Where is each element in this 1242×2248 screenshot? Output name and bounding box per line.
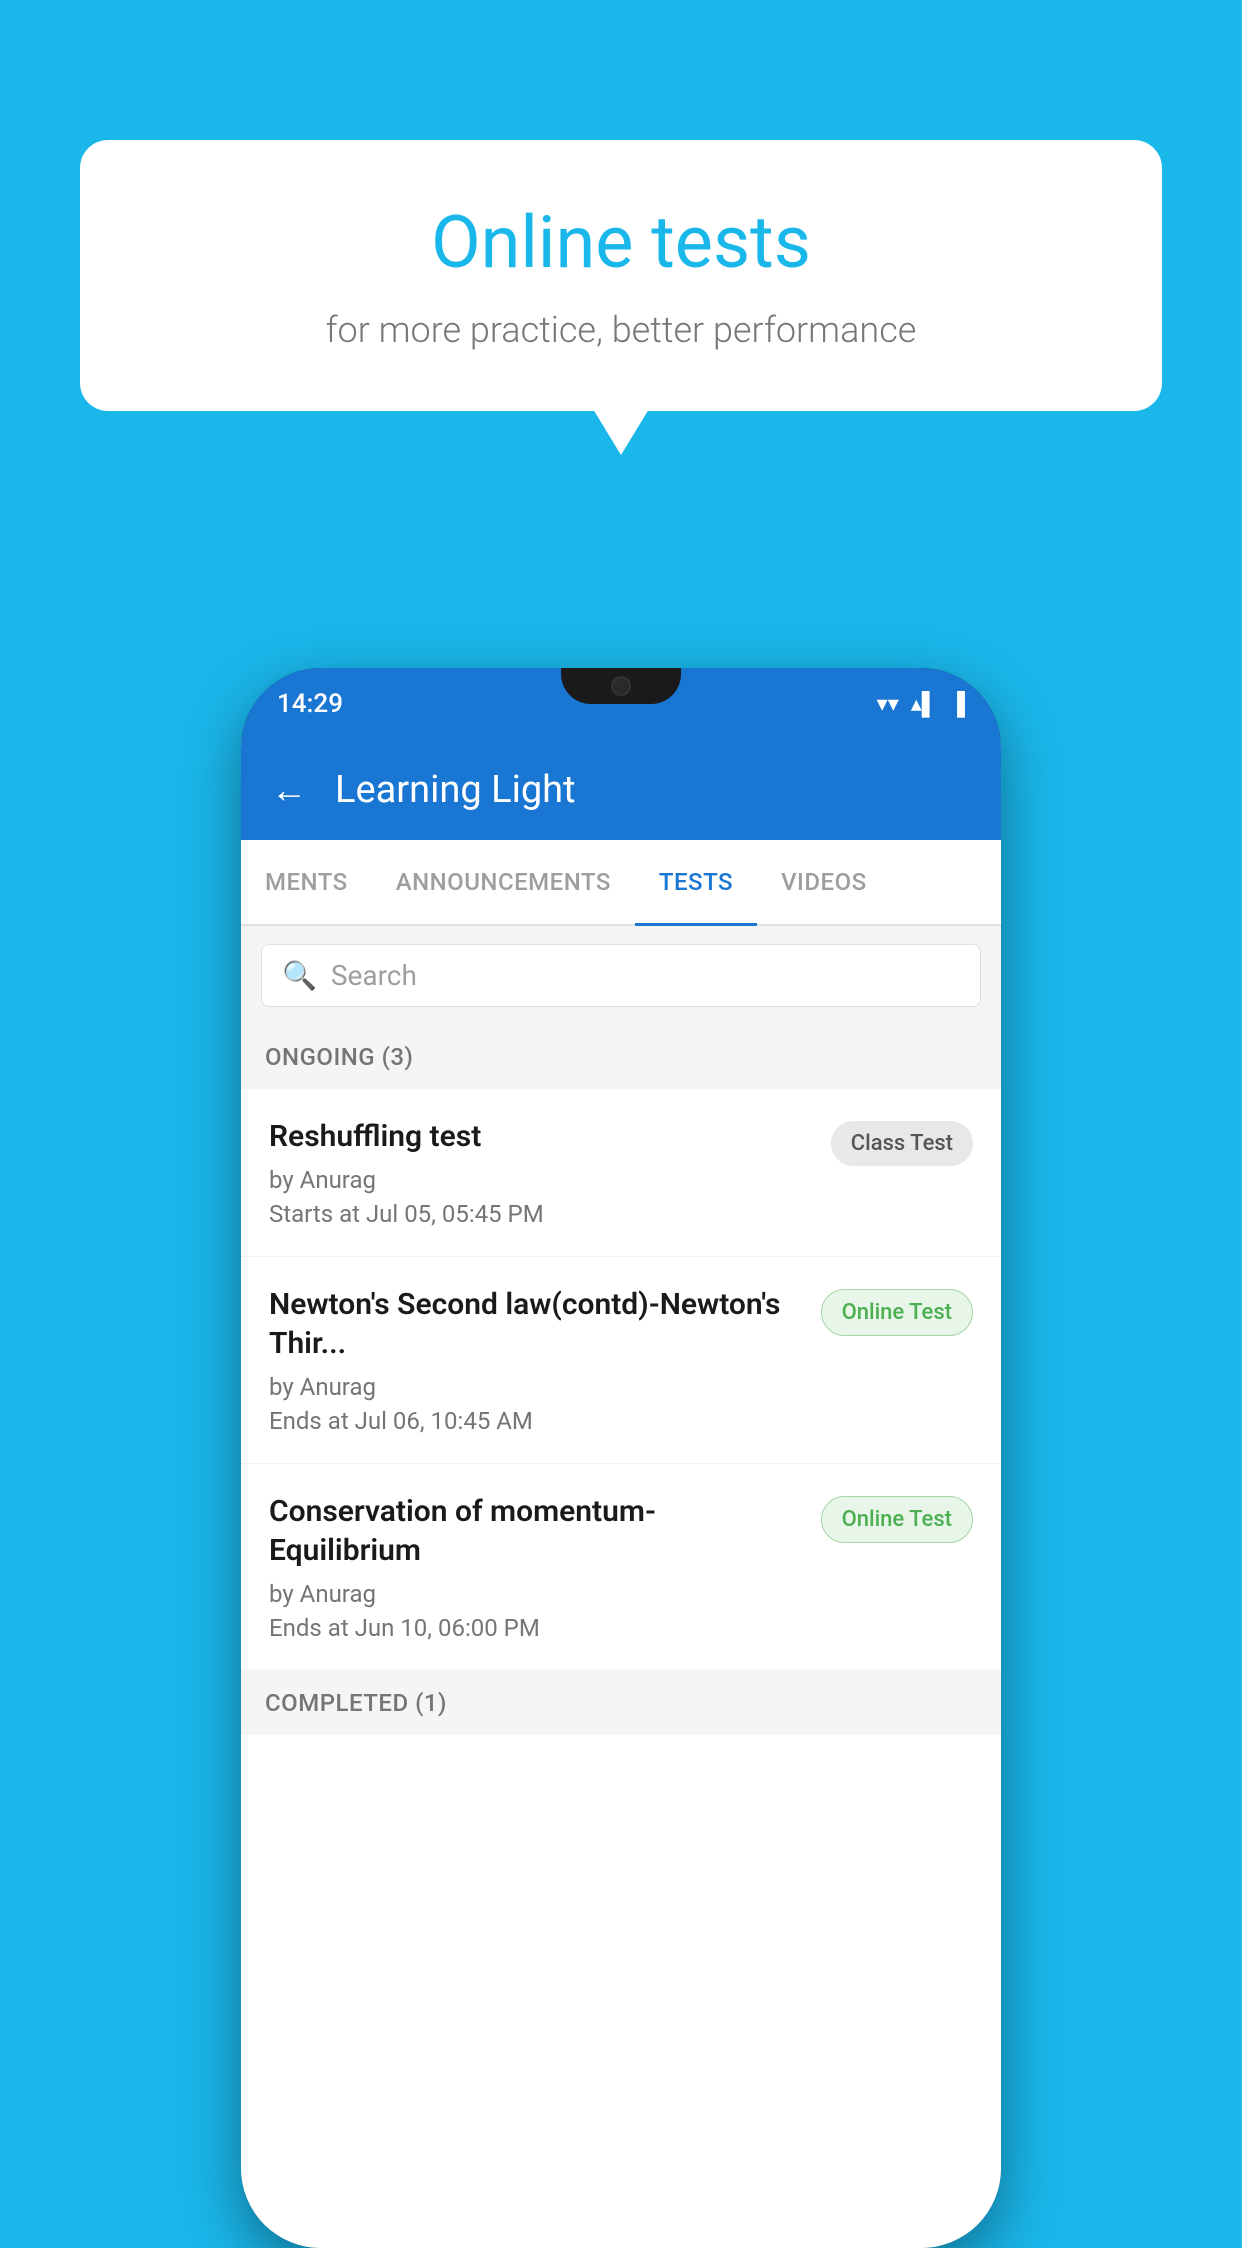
test-title: Reshuffling test: [269, 1117, 811, 1156]
search-container: 🔍 Search: [241, 926, 1001, 1025]
wifi-icon: ▾▾: [877, 692, 899, 717]
back-button[interactable]: ←: [271, 769, 307, 811]
ongoing-header-text: ONGOING (3): [265, 1043, 413, 1071]
test-title: Newton's Second law(contd)-Newton's Thir…: [269, 1285, 801, 1363]
signal-icon: ▴▌: [911, 691, 938, 717]
app-bar: ← Learning Light: [241, 740, 1001, 840]
test-author: by Anurag: [269, 1373, 801, 1401]
search-input[interactable]: Search: [331, 959, 417, 992]
test-title: Conservation of momentum-Equilibrium: [269, 1492, 801, 1570]
test-item-left: Reshuffling test by Anurag Starts at Jul…: [269, 1117, 831, 1228]
phone-notch: [561, 668, 681, 704]
speech-bubble: Online tests for more practice, better p…: [80, 140, 1162, 411]
tabs-bar: MENTS ANNOUNCEMENTS TESTS VIDEOS: [241, 840, 1001, 926]
front-camera: [611, 676, 631, 696]
app-bar-title: Learning Light: [335, 768, 576, 812]
test-badge-online: Online Test: [821, 1289, 973, 1336]
tab-announcements[interactable]: ANNOUNCEMENTS: [372, 840, 635, 924]
completed-header-text: COMPLETED (1): [265, 1689, 447, 1717]
test-date: Ends at Jun 10, 06:00 PM: [269, 1614, 801, 1642]
bubble-title: Online tests: [160, 200, 1082, 285]
test-date: Ends at Jul 06, 10:45 AM: [269, 1407, 801, 1435]
search-bar[interactable]: 🔍 Search: [261, 944, 981, 1007]
test-author: by Anurag: [269, 1166, 811, 1194]
test-item-left: Newton's Second law(contd)-Newton's Thir…: [269, 1285, 821, 1435]
phone-frame: 14:29 ▾▾ ▴▌ ▐ ← Learning Light MENTS ANN…: [241, 668, 1001, 2248]
test-item[interactable]: Conservation of momentum-Equilibrium by …: [241, 1464, 1001, 1671]
completed-section-header: COMPLETED (1): [241, 1671, 1001, 1735]
test-badge-class: Class Test: [831, 1121, 973, 1166]
battery-icon: ▐: [949, 691, 965, 717]
test-list: Reshuffling test by Anurag Starts at Jul…: [241, 1089, 1001, 2248]
tab-videos[interactable]: VIDEOS: [757, 840, 891, 924]
test-date: Starts at Jul 05, 05:45 PM: [269, 1200, 811, 1228]
app-content: ← Learning Light MENTS ANNOUNCEMENTS TES…: [241, 740, 1001, 2248]
test-author: by Anurag: [269, 1580, 801, 1608]
test-badge-online-2: Online Test: [821, 1496, 973, 1543]
bubble-subtitle: for more practice, better performance: [160, 309, 1082, 351]
test-item[interactable]: Reshuffling test by Anurag Starts at Jul…: [241, 1089, 1001, 1257]
status-bar: 14:29 ▾▾ ▴▌ ▐: [241, 668, 1001, 740]
search-icon: 🔍: [282, 959, 317, 992]
test-item-left: Conservation of momentum-Equilibrium by …: [269, 1492, 821, 1642]
status-time: 14:29: [277, 689, 343, 719]
ongoing-section-header: ONGOING (3): [241, 1025, 1001, 1089]
tab-ments[interactable]: MENTS: [241, 840, 372, 924]
speech-bubble-container: Online tests for more practice, better p…: [80, 140, 1162, 411]
status-icons: ▾▾ ▴▌ ▐: [877, 691, 965, 717]
test-item[interactable]: Newton's Second law(contd)-Newton's Thir…: [241, 1257, 1001, 1464]
tab-tests[interactable]: TESTS: [635, 840, 757, 924]
